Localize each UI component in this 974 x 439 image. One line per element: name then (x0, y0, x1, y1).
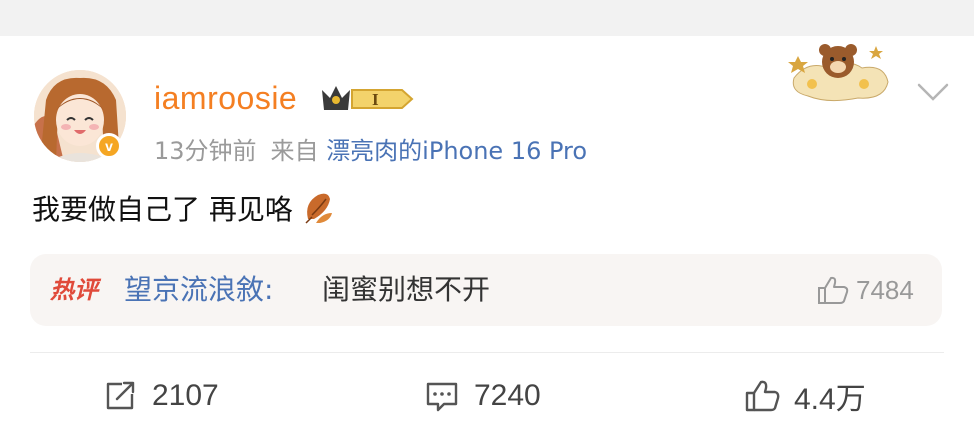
bear-sticker-decoration (788, 44, 889, 102)
repost-button[interactable]: 2107 (102, 372, 219, 420)
crown-vip-icon[interactable]: I (318, 82, 414, 116)
chevron-down-icon[interactable] (916, 80, 950, 104)
like-icon (745, 380, 780, 412)
hot-comment-author[interactable]: 望京流浪敘: (124, 270, 273, 310)
verified-badge: v (96, 133, 122, 159)
post-source-link[interactable]: 漂亮肉的iPhone 16 Pro (326, 137, 587, 165)
comment-icon (426, 382, 458, 412)
post-time: 13分钟前 (154, 137, 257, 165)
post-meta: 13分钟前 来自 漂亮肉的iPhone 16 Pro (154, 134, 587, 168)
hot-comment-like-count: 7484 (856, 275, 914, 305)
comment-button[interactable]: 7240 (424, 372, 541, 420)
hot-comment-content: 闺蜜别想不开 (322, 273, 491, 306)
thumb-up-icon[interactable] (816, 274, 850, 306)
username[interactable]: iamroosie (154, 78, 297, 118)
top-separator-bar (0, 0, 974, 36)
hot-comment-tag: 热评 (50, 276, 98, 304)
post-text: 我要做自己了 再见咯 (32, 188, 334, 232)
comment-count: 7240 (474, 379, 541, 412)
source-prefix: 来自 (270, 137, 319, 165)
repost-icon (106, 381, 135, 410)
vip-level-text: I (372, 90, 379, 109)
like-button[interactable]: 4.4万 (744, 372, 866, 420)
repost-count: 2107 (152, 379, 219, 412)
like-count: 4.4万 (794, 383, 866, 416)
divider (30, 352, 944, 353)
post-text-content: 我要做自己了 再见咯 (32, 193, 293, 226)
leaf-emoji-icon (305, 193, 332, 224)
